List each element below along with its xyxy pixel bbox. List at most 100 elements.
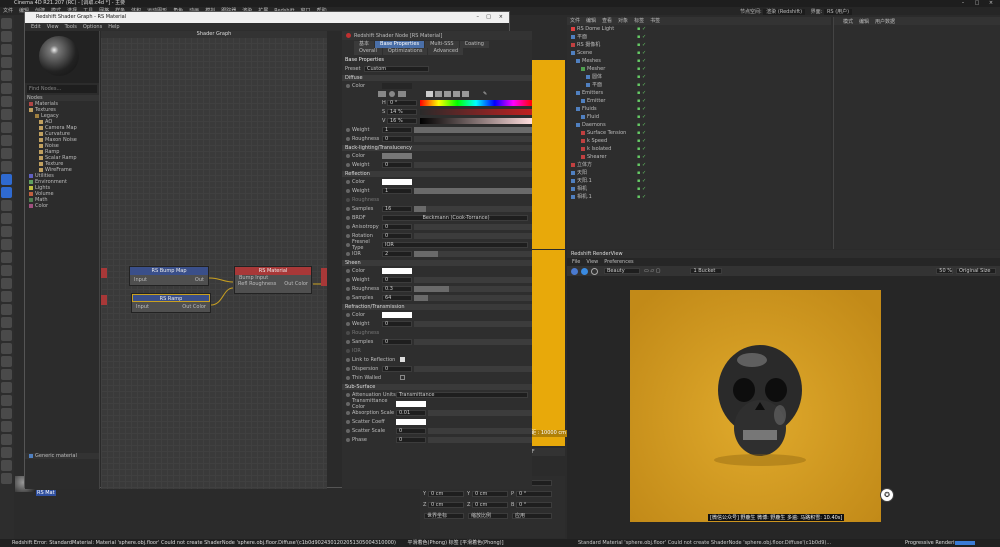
ior-field[interactable]: 2 [382,250,412,257]
tool-icon[interactable] [1,135,12,146]
tool-icon[interactable] [1,174,12,185]
attr-tab-tabs1-3[interactable]: Coating [459,41,489,48]
s-field[interactable]: 14 % [387,108,417,115]
visibility-icon[interactable]: ▪ ✓ [637,97,646,105]
tool-icon[interactable] [1,395,12,406]
sg-menu-item-0[interactable]: Edit [31,24,41,30]
tool-icon[interactable] [1,278,12,289]
link-reflection-checkbox[interactable] [400,357,405,362]
visibility-icon[interactable]: ▪ ✓ [637,41,646,49]
visibility-icon[interactable]: ▪ ✓ [637,177,646,185]
tool-icon[interactable] [1,460,12,471]
visibility-icon[interactable]: ▪ ✓ [637,89,646,97]
om-menu-item-5[interactable]: 书签 [650,17,660,25]
refr-samples-slider[interactable] [414,338,532,345]
refl-roughness-socket[interactable]: Refl Roughness [238,281,276,287]
dispersion-field[interactable]: 0 [382,365,412,372]
scatter-scale-slider[interactable] [428,427,532,434]
sg-menu-item-3[interactable]: Options [83,24,102,30]
tool-icon[interactable] [1,330,12,341]
tool-icon[interactable] [1,200,12,211]
coord-field[interactable]: 0 ° [516,501,552,508]
object-row[interactable]: Shearer ▪ ✓ [571,153,831,161]
sg-menu-item-1[interactable]: View [47,24,59,30]
rgb-icon[interactable] [426,91,433,97]
tool-icon[interactable] [1,239,12,250]
render-image[interactable]: [微信公众号] 野鹿生 微博: 野鹿生 多遍: 马路积雪: 10.40s] [630,290,881,522]
visibility-icon[interactable]: ▪ ✓ [637,153,646,161]
rp-menu-item-1[interactable]: 编辑 [859,18,869,25]
tool-icon[interactable] [1,434,12,445]
kelvin-icon[interactable] [444,91,451,97]
hsv-icon[interactable] [435,91,442,97]
attr-tab-tabs2-1[interactable]: Optimizations [382,48,428,55]
om-menu-item-1[interactable]: 编辑 [586,17,596,25]
refr-weight-field[interactable]: 0 [382,320,412,327]
aov-select[interactable]: Beauty [604,268,640,274]
object-row[interactable]: Emitters ▪ ✓ [571,89,831,97]
thin-walled-checkbox[interactable] [400,375,405,380]
tool-icon[interactable] [1,18,12,29]
v-field[interactable]: 16 % [387,117,417,124]
value-slider[interactable] [420,117,532,124]
om-menu-item-4[interactable]: 标签 [634,17,644,25]
attr-tab-tabs1-1[interactable]: Base Properties [375,41,425,48]
tool-icon[interactable] [1,447,12,458]
object-row[interactable]: k Speed ▪ ✓ [571,137,831,145]
node-graph[interactable]: Shader Graph RS Bump Map Input Out RS Ram… [101,31,327,489]
object-row[interactable]: 平面 ▪ ✓ [571,81,831,89]
rv-menu-item-1[interactable]: View [586,259,598,265]
scatter-coeff-swatch[interactable] [396,418,426,425]
sheen-weight-field[interactable]: 0 [382,276,412,283]
tool-icon[interactable] [1,96,12,107]
sheen-color-swatch[interactable] [382,267,412,274]
object-row[interactable]: 天阳 ▪ ✓ [571,169,831,177]
fresnel-select[interactable]: IOR [382,241,528,248]
object-row[interactable]: RS 摄像机 ▪ ✓ [571,41,831,49]
zoom-select[interactable]: 50 % [936,268,953,274]
brdf-select[interactable]: Beckmann (Cook-Torrance) [382,214,528,221]
rotation-field[interactable]: 0 [382,232,412,239]
visibility-icon[interactable]: ▪ ✓ [637,193,646,201]
visibility-icon[interactable]: ▪ ✓ [637,121,646,129]
visibility-icon[interactable]: ▪ ✓ [637,169,646,177]
find-nodes-input[interactable]: Find Nodes... [27,85,97,93]
visibility-icon[interactable]: ▪ ✓ [637,33,646,41]
refr-weight-slider[interactable] [414,320,532,327]
refl-samples-field[interactable]: 16 [382,205,412,212]
object-row[interactable]: Scene ▪ ✓ [571,49,831,57]
refl-color-swatch[interactable] [382,178,412,185]
backlight-weight-field[interactable]: 0 [382,161,412,168]
sg-minimize-icon[interactable]: – [477,12,480,23]
tool-icon[interactable] [1,31,12,42]
sg-menu-item-2[interactable]: Tools [65,24,77,30]
ramp-output-port[interactable]: Out Color [182,304,206,310]
object-row[interactable]: Surface Tension ▪ ✓ [571,129,831,137]
mixer-icon[interactable] [453,91,460,97]
object-row[interactable]: Fluid ▪ ✓ [571,113,831,121]
object-row[interactable]: 圆体 ▪ ✓ [571,73,831,81]
ramp-input-port[interactable]: Input [136,304,149,310]
tool-icon[interactable] [1,161,12,172]
attr-tab-tabs1-2[interactable]: Multi-SSS [425,41,459,48]
diffuse-weight-field[interactable]: 1 [382,126,412,133]
refl-weight-field[interactable]: 1 [382,187,412,194]
om-menu-item-3[interactable]: 对象 [618,17,628,25]
tool-icon[interactable] [1,44,12,55]
rp-menu-item-0[interactable]: 模式 [843,18,853,25]
phase-slider[interactable] [428,436,532,443]
aniso-field[interactable]: 0 [382,223,412,230]
sheen-rough-field[interactable]: 0.3 [382,285,412,292]
visibility-icon[interactable]: ▪ ✓ [637,105,646,113]
refr-color-swatch[interactable] [382,311,412,318]
absorption-field[interactable]: 0.01 [396,409,426,416]
tool-icon[interactable] [1,187,12,198]
size-select[interactable]: Original Size [956,268,996,274]
tool-icon[interactable] [1,356,12,367]
tool-icon[interactable] [1,148,12,159]
tool-icon[interactable] [1,265,12,276]
tool-icon[interactable] [1,408,12,419]
visibility-icon[interactable]: ▪ ✓ [637,113,646,121]
visibility-icon[interactable]: ▪ ✓ [637,161,646,169]
tool-icon[interactable] [1,343,12,354]
